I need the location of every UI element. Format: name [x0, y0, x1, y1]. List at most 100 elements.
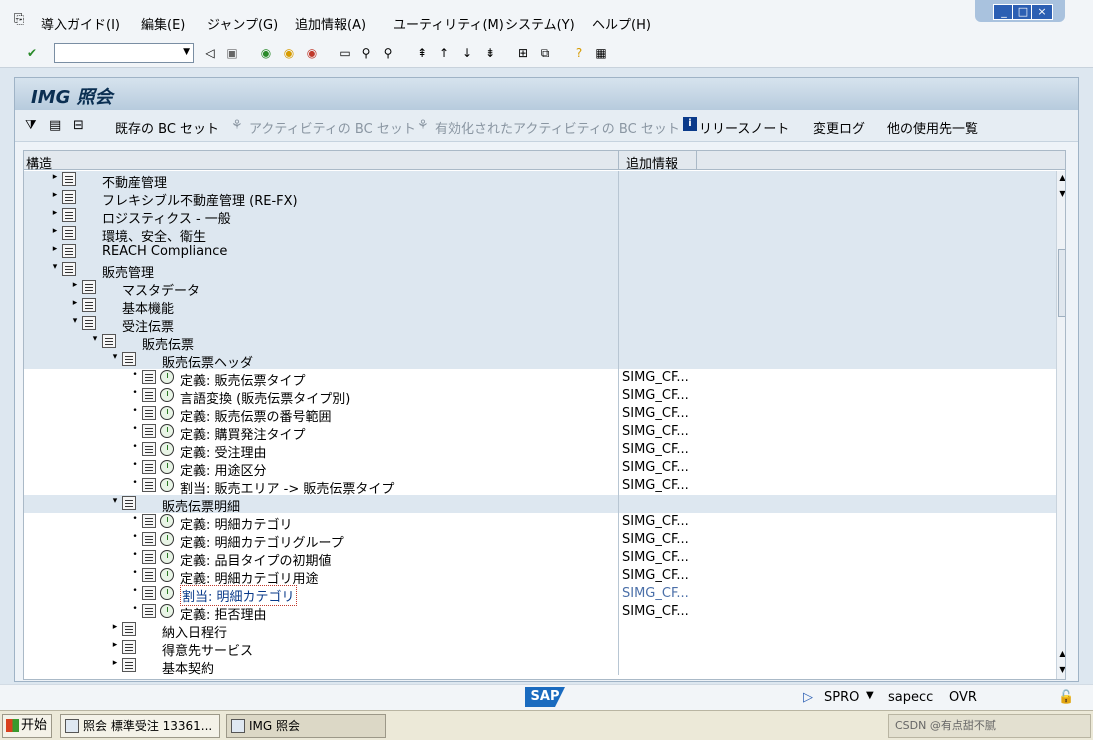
- find-icon[interactable]: ⚲: [358, 45, 374, 61]
- column-header-info[interactable]: 追加情報: [626, 153, 678, 172]
- documentation-icon[interactable]: [122, 352, 136, 366]
- tree-node[interactable]: ▾ 販売伝票明細: [24, 495, 1056, 515]
- help-icon[interactable]: ?: [571, 45, 587, 61]
- menu-item-guide[interactable]: 導入ガイド(I): [41, 14, 120, 33]
- documentation-icon[interactable]: [142, 406, 156, 420]
- execute-activity-icon[interactable]: [160, 424, 174, 438]
- execute-activity-icon[interactable]: [160, 460, 174, 474]
- tree-node[interactable]: • 割当: 販売エリア -> 販売伝票タイプ SIMG_CF...: [24, 477, 1056, 497]
- documentation-icon[interactable]: [62, 190, 76, 204]
- status-toggle-icon[interactable]: ▷: [803, 690, 813, 705]
- tree-node[interactable]: ▾ 販売管理: [24, 261, 1056, 281]
- tree-node[interactable]: • 定義: 明細カテゴリ用途 SIMG_CF...: [24, 567, 1056, 587]
- expand-triangle-icon[interactable]: ▸: [110, 622, 120, 632]
- menu-item-edit[interactable]: 編集(E): [141, 14, 185, 33]
- structure-icon[interactable]: ▤: [49, 118, 61, 133]
- execute-activity-icon[interactable]: [160, 550, 174, 564]
- menu-item-system[interactable]: システム(Y): [505, 14, 575, 33]
- documentation-icon[interactable]: [62, 208, 76, 222]
- documentation-icon[interactable]: [122, 640, 136, 654]
- execute-activity-icon[interactable]: [160, 604, 174, 618]
- documentation-icon[interactable]: [142, 442, 156, 456]
- documentation-icon[interactable]: [102, 334, 116, 348]
- documentation-icon[interactable]: [142, 424, 156, 438]
- activated-activity-bc-sets-button[interactable]: 有効化されたアクティビティの BC セット: [435, 118, 680, 137]
- expand-triangle-icon[interactable]: ▸: [50, 244, 60, 254]
- collapse-triangle-icon[interactable]: ▾: [90, 334, 100, 344]
- tree-node[interactable]: • 定義: 明細カテゴリ SIMG_CF...: [24, 513, 1056, 533]
- scrollbar-thumb[interactable]: [1058, 249, 1065, 317]
- documentation-icon[interactable]: [142, 478, 156, 492]
- execute-activity-icon[interactable]: [160, 514, 174, 528]
- tree-node[interactable]: • 割当: 明細カテゴリ SIMG_CF...: [24, 585, 1056, 606]
- last-page-icon[interactable]: ⇟: [482, 45, 498, 61]
- print-icon[interactable]: ▭: [337, 45, 353, 61]
- documentation-icon[interactable]: [142, 550, 156, 564]
- new-session-icon[interactable]: ⊞: [515, 45, 531, 61]
- tree-node[interactable]: • 定義: 販売伝票の番号範囲 SIMG_CF...: [24, 405, 1056, 425]
- chevron-down-icon[interactable]: ▼: [183, 47, 190, 57]
- scroll-up-icon[interactable]: ▲: [1057, 649, 1065, 658]
- menu-item-extras[interactable]: 追加情報(A): [295, 14, 366, 33]
- taskbar-window-img[interactable]: IMG 照会: [226, 714, 386, 738]
- tree-node[interactable]: • 言語変換 (販売伝票タイプ別) SIMG_CF...: [24, 387, 1056, 407]
- filter-icon[interactable]: ⧩: [25, 118, 37, 133]
- collapse-triangle-icon[interactable]: ▾: [70, 316, 80, 326]
- existing-bc-sets-button[interactable]: 既存の BC セット: [115, 118, 219, 137]
- column-header-structure[interactable]: 構造: [26, 153, 52, 172]
- menu-item-utilities[interactable]: ユーティリティ(M): [393, 14, 504, 33]
- exit-icon[interactable]: ◉: [281, 45, 297, 61]
- layout-menu-icon[interactable]: ▦: [593, 45, 609, 61]
- expand-triangle-icon[interactable]: ▸: [70, 298, 80, 308]
- documentation-icon[interactable]: [142, 388, 156, 402]
- back-arrow-icon[interactable]: ◁: [202, 45, 218, 61]
- release-notes-button[interactable]: リリースノート: [699, 118, 789, 137]
- execute-activity-icon[interactable]: [160, 478, 174, 492]
- documentation-icon[interactable]: [122, 658, 136, 672]
- documentation-icon[interactable]: [142, 568, 156, 582]
- documentation-icon[interactable]: [122, 496, 136, 510]
- tree-node[interactable]: • 定義: 販売伝票タイプ SIMG_CF...: [24, 369, 1056, 389]
- start-button[interactable]: 开始: [2, 714, 52, 738]
- chevron-down-icon[interactable]: ▼: [866, 690, 874, 701]
- execute-activity-icon[interactable]: [160, 370, 174, 384]
- tree-node[interactable]: • 定義: 品目タイプの初期値 SIMG_CF...: [24, 549, 1056, 569]
- close-icon[interactable]: ×: [1031, 4, 1053, 20]
- tree-node[interactable]: • 定義: 明細カテゴリグループ SIMG_CF...: [24, 531, 1056, 551]
- documentation-icon[interactable]: [142, 532, 156, 546]
- tree-node[interactable]: • 定義: 用途区分 SIMG_CF...: [24, 459, 1056, 479]
- documentation-icon[interactable]: [62, 226, 76, 240]
- expand-triangle-icon[interactable]: ▸: [50, 208, 60, 218]
- tree-node[interactable]: ▾ 販売伝票: [24, 333, 1056, 353]
- tree-node[interactable]: ▸ フレキシブル不動産管理 (RE-FX): [24, 189, 1056, 209]
- expand-triangle-icon[interactable]: ▸: [110, 658, 120, 668]
- expand-triangle-icon[interactable]: ▸: [50, 172, 60, 182]
- execute-activity-icon[interactable]: [160, 568, 174, 582]
- change-log-button[interactable]: 変更ログ: [813, 118, 865, 137]
- documentation-icon[interactable]: [122, 622, 136, 636]
- tree-node[interactable]: ▸ マスタデータ: [24, 279, 1056, 299]
- taskbar-window-sales-order[interactable]: 照会 標準受注 13361...: [60, 714, 220, 738]
- documentation-icon[interactable]: [82, 316, 96, 330]
- shortcut-icon[interactable]: ⧉: [537, 45, 553, 61]
- tree-node[interactable]: • 定義: 拒否理由 SIMG_CF...: [24, 603, 1056, 623]
- scroll-down-icon[interactable]: ▼: [1057, 665, 1065, 674]
- system-menu-icon[interactable]: ⎘: [14, 12, 24, 27]
- execute-activity-icon[interactable]: [160, 406, 174, 420]
- hierarchy-icon[interactable]: ⊟: [73, 118, 84, 133]
- documentation-icon[interactable]: [142, 604, 156, 618]
- documentation-icon[interactable]: [62, 262, 76, 276]
- tree-node[interactable]: ▸ 納入日程行: [24, 621, 1056, 641]
- tree-node[interactable]: ▸ 環境、安全、衛生: [24, 225, 1056, 245]
- first-page-icon[interactable]: ⇞: [414, 45, 430, 61]
- save-icon[interactable]: ▣: [224, 45, 240, 61]
- expand-triangle-icon[interactable]: ▸: [110, 640, 120, 650]
- collapse-triangle-icon[interactable]: ▾: [110, 496, 120, 506]
- execute-activity-icon[interactable]: [160, 532, 174, 546]
- collapse-triangle-icon[interactable]: ▾: [110, 352, 120, 362]
- documentation-icon[interactable]: [142, 460, 156, 474]
- scroll-down-icon[interactable]: ▼: [1057, 189, 1065, 198]
- tree-node[interactable]: ▸ 基本契約: [24, 657, 1056, 677]
- tree-node[interactable]: ▸ REACH Compliance: [24, 243, 1056, 261]
- enter-check-icon[interactable]: ✔: [24, 45, 40, 61]
